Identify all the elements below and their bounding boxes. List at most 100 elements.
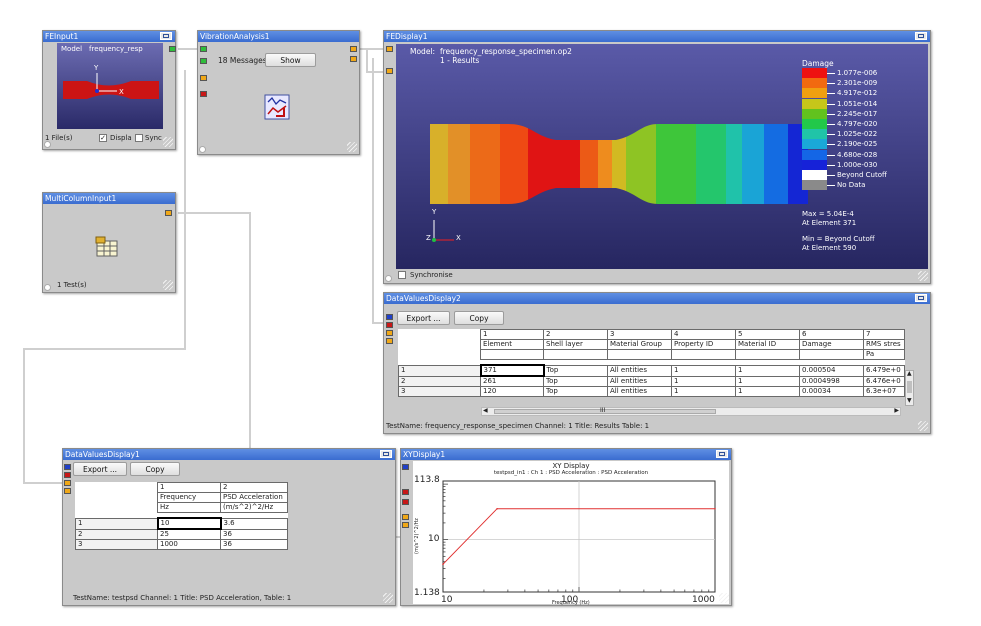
fe-viewport[interactable]: Model: frequency_response_specimen.op2 1…: [396, 44, 928, 269]
row-header[interactable]: 3: [75, 539, 158, 550]
scroll-right-icon[interactable]: ▶: [894, 407, 899, 414]
scroll-thumb[interactable]: [907, 381, 912, 393]
data-values-display-2-title[interactable]: DataValuesDisplay2: [384, 293, 930, 304]
table-cell[interactable]: All entities: [607, 386, 672, 397]
fe-input-panel[interactable]: FEInput1 Model frequency_resp Y X 1 File…: [42, 30, 176, 150]
display-checkbox[interactable]: ✓: [99, 134, 107, 142]
input-port[interactable]: [200, 46, 207, 52]
scroll-left-icon[interactable]: ◀: [483, 407, 488, 414]
restore-window-icon[interactable]: [915, 32, 927, 40]
column-header[interactable]: RMS stres: [863, 339, 905, 350]
table-row[interactable]: 2 25 36: [75, 528, 288, 540]
table-cell[interactable]: Top: [543, 375, 608, 387]
table-cell[interactable]: 36: [220, 528, 288, 540]
table-row[interactable]: 2 261 Top All entities 1 1 0.0004998 6.4…: [398, 375, 905, 387]
scroll-down-icon[interactable]: ▼: [907, 397, 912, 404]
input-port[interactable]: [200, 91, 207, 97]
table-row[interactable]: 1 371 Top All entities 1 1 0.000504 6.47…: [398, 364, 905, 377]
xy-chart[interactable]: [413, 461, 729, 604]
restore-window-icon[interactable]: [380, 450, 392, 458]
horizontal-scrollbar[interactable]: ◀ III ▶: [481, 407, 901, 416]
table-row[interactable]: 3 1000 36: [75, 539, 288, 550]
vibration-analysis-title[interactable]: VibrationAnalysis1: [198, 31, 359, 42]
input-port[interactable]: [402, 499, 409, 505]
table-cell[interactable]: 25: [157, 528, 221, 540]
output-port[interactable]: [169, 46, 176, 52]
table-cell[interactable]: 120: [480, 386, 544, 397]
input-port[interactable]: [64, 464, 71, 470]
table-cell[interactable]: 1000: [157, 539, 221, 550]
output-port[interactable]: [350, 56, 357, 62]
input-port[interactable]: [386, 322, 393, 328]
node-connector[interactable]: [44, 284, 51, 291]
multi-column-input-title[interactable]: MultiColumnInput1: [43, 193, 175, 204]
show-messages-button[interactable]: Show: [265, 53, 316, 67]
node-connector[interactable]: [44, 141, 51, 148]
input-port[interactable]: [386, 330, 393, 336]
input-port[interactable]: [386, 338, 393, 344]
row-header[interactable]: 3: [398, 386, 481, 397]
column-header[interactable]: Shell layer: [543, 339, 608, 350]
input-port[interactable]: [402, 522, 409, 528]
resize-grip-icon[interactable]: [163, 137, 173, 147]
table-cell[interactable]: 10: [156, 517, 222, 530]
data-values-display-1-panel[interactable]: DataValuesDisplay1 Export ... Copy 1 2 F…: [62, 448, 396, 606]
psd-table[interactable]: 1 2 Frequency PSD Acceleration Hz (m/s^2…: [75, 482, 288, 550]
input-port[interactable]: [386, 314, 393, 320]
vibration-analysis-panel[interactable]: VibrationAnalysis1 18 Messages Show: [197, 30, 360, 155]
resize-grip-icon[interactable]: [918, 421, 928, 431]
resize-grip-icon[interactable]: [163, 280, 173, 290]
table-cell[interactable]: Top: [543, 386, 608, 397]
table-row[interactable]: 3 120 Top All entities 1 1 0.00034 6.3e+…: [398, 386, 905, 397]
table-row[interactable]: 1 10 3.6: [75, 517, 288, 530]
output-port[interactable]: [165, 210, 172, 216]
node-connector[interactable]: [199, 146, 206, 153]
table-cell[interactable]: 1: [671, 364, 736, 377]
row-header[interactable]: 2: [398, 375, 481, 387]
table-cell[interactable]: 0.000504: [799, 364, 864, 377]
table-cell[interactable]: 1: [735, 386, 800, 397]
input-port[interactable]: [64, 472, 71, 478]
table-cell[interactable]: 36: [220, 539, 288, 550]
table-cell[interactable]: Top: [543, 364, 608, 377]
fe-display-panel[interactable]: FEDisplay1 Model: frequency_response_spe…: [383, 30, 931, 284]
results-table[interactable]: 1 2 3 4 5 6 7 Element Shell layer Materi…: [398, 329, 905, 397]
input-port[interactable]: [402, 514, 409, 520]
table-cell[interactable]: 371: [479, 364, 545, 377]
copy-button[interactable]: Copy: [130, 462, 180, 476]
table-cell[interactable]: 6.479e+0: [863, 364, 905, 377]
column-header[interactable]: Element: [480, 339, 544, 350]
table-cell[interactable]: 6.3e+07: [863, 386, 905, 397]
input-port[interactable]: [386, 68, 393, 74]
column-header[interactable]: Frequency: [157, 492, 221, 503]
output-port[interactable]: [350, 46, 357, 52]
restore-window-icon[interactable]: [716, 450, 728, 458]
table-cell[interactable]: 1: [671, 375, 736, 387]
column-header[interactable]: Property ID: [671, 339, 736, 350]
scroll-up-icon[interactable]: ▲: [907, 370, 912, 377]
row-header[interactable]: 2: [75, 528, 158, 540]
row-header[interactable]: 1: [398, 364, 481, 377]
table-cell[interactable]: All entities: [607, 375, 672, 387]
table-cell[interactable]: 261: [480, 375, 544, 387]
column-header[interactable]: PSD Acceleration: [220, 492, 288, 503]
input-port[interactable]: [402, 489, 409, 495]
table-cell[interactable]: 0.00034: [799, 386, 864, 397]
sync-checkbox[interactable]: [135, 134, 143, 142]
input-port[interactable]: [200, 58, 207, 64]
fe-display-title[interactable]: FEDisplay1: [384, 31, 930, 42]
xy-chart-area[interactable]: XY Display testpsd_in1 : Ch 1 : PSD Acce…: [413, 461, 729, 606]
resize-grip-icon[interactable]: [719, 593, 729, 603]
table-cell[interactable]: 0.0004998: [799, 375, 864, 387]
copy-button[interactable]: Copy: [454, 311, 504, 325]
table-cell[interactable]: 3.6: [220, 517, 288, 530]
input-port[interactable]: [64, 488, 71, 494]
synchronise-checkbox[interactable]: [398, 271, 406, 279]
fe-input-title[interactable]: FEInput1: [43, 31, 175, 42]
table-cell[interactable]: 1: [735, 364, 800, 377]
column-header[interactable]: Material Group: [607, 339, 672, 350]
table-cell[interactable]: 1: [735, 375, 800, 387]
input-port[interactable]: [386, 46, 393, 52]
export-button[interactable]: Export ...: [397, 311, 450, 325]
vertical-scrollbar[interactable]: ▲ ▼: [905, 370, 914, 406]
